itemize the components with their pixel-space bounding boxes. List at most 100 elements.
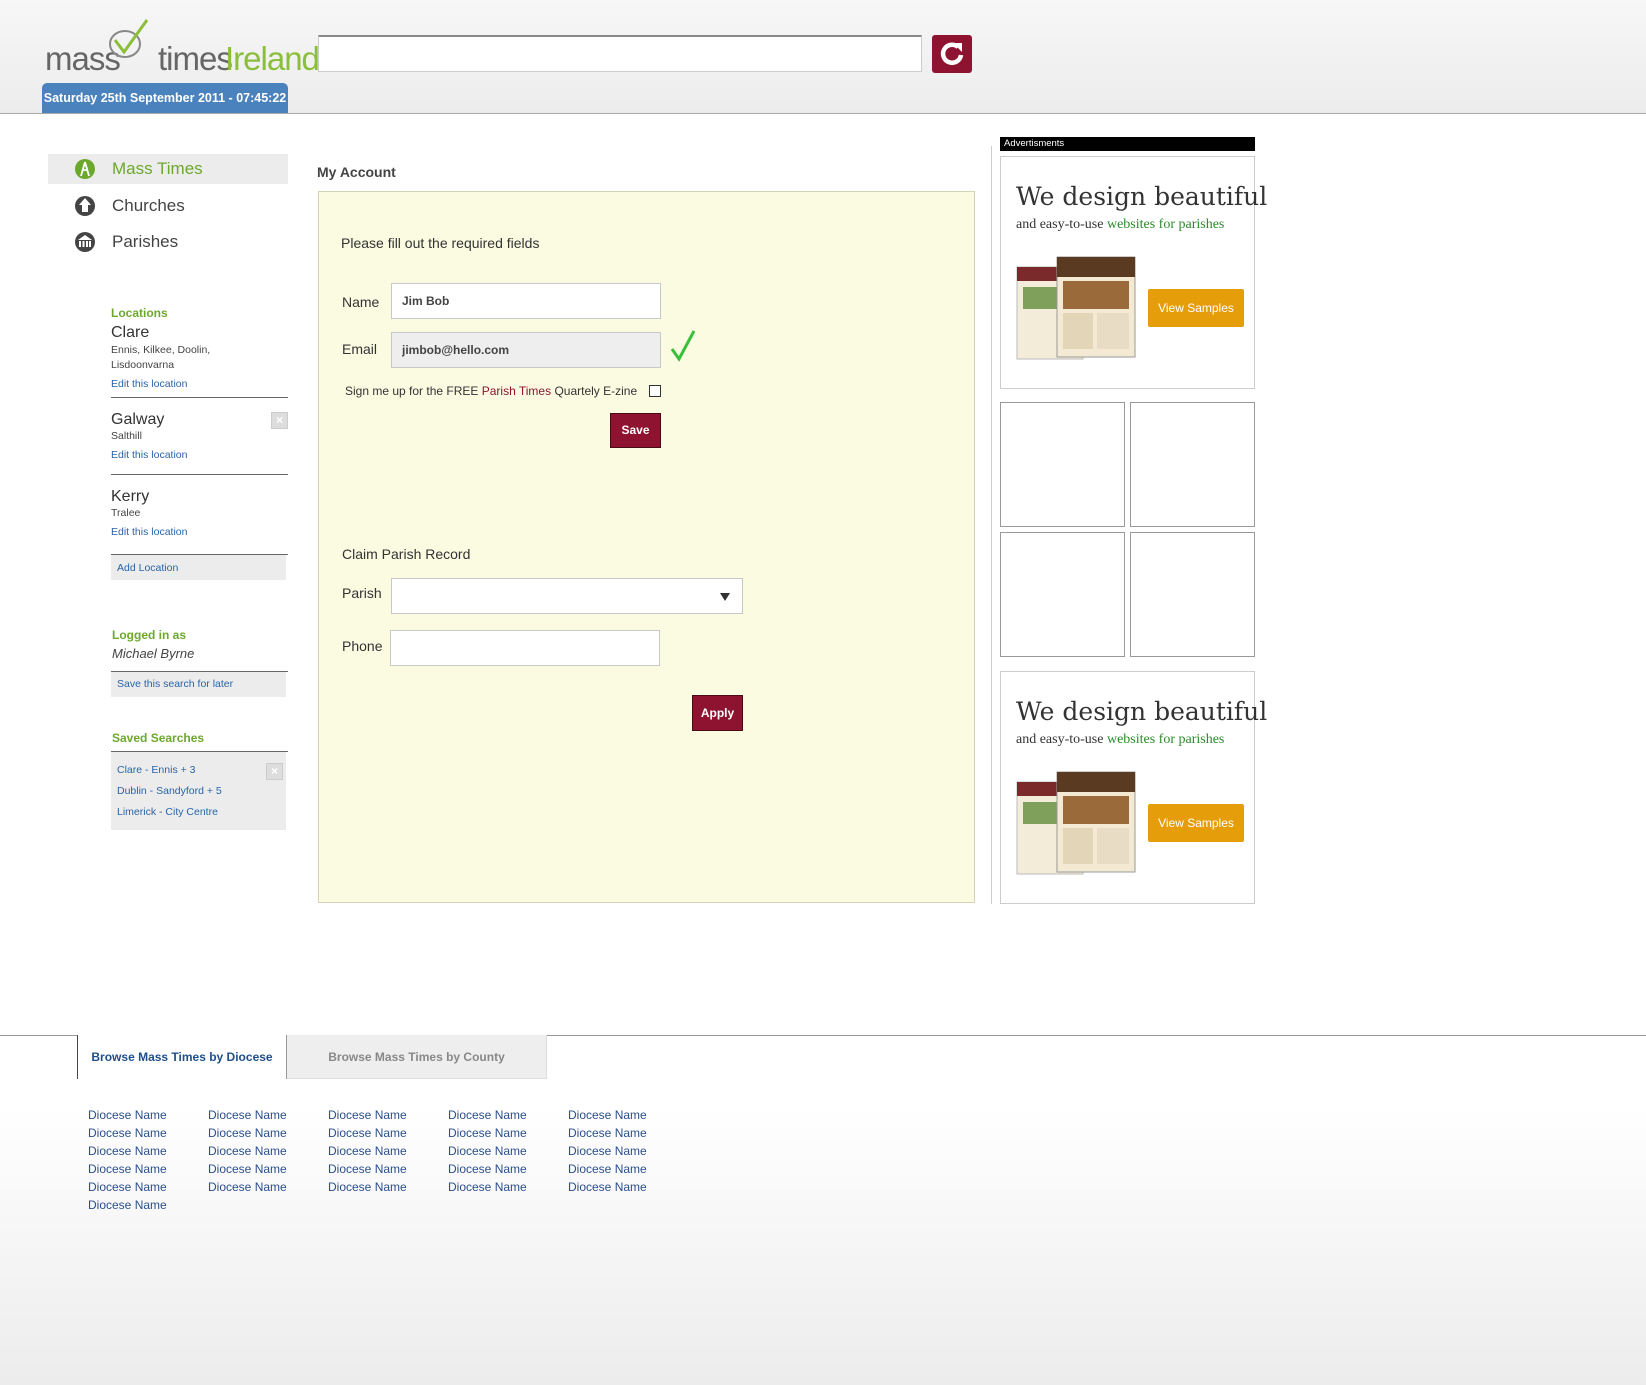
website-screenshots-image bbox=[1016, 771, 1136, 875]
diocese-link[interactable]: Diocese Name bbox=[328, 1160, 443, 1178]
saved-search-link[interactable]: Dublin - Sandyford + 5 bbox=[117, 785, 222, 797]
location-name: Kerry bbox=[111, 488, 150, 505]
ads-header: Advertisments bbox=[1000, 137, 1255, 151]
saved-search-link[interactable]: Clare - Ennis + 3 bbox=[117, 764, 196, 776]
diocese-link[interactable]: Diocese Name bbox=[328, 1178, 443, 1196]
diocese-link[interactable]: Diocese Name bbox=[568, 1106, 683, 1124]
parish-times-brand: Parish Times bbox=[481, 384, 552, 398]
name-label: Name bbox=[342, 294, 380, 310]
diocese-link[interactable]: Diocese Name bbox=[208, 1142, 323, 1160]
church-icon bbox=[75, 196, 95, 216]
datetime-badge: Saturday 25th September 2011 - 07:45:22 bbox=[42, 83, 288, 113]
divider bbox=[111, 474, 288, 475]
newsletter-checkbox[interactable] bbox=[649, 385, 661, 397]
nav-churches[interactable]: Churches bbox=[48, 191, 288, 221]
diocese-link[interactable]: Diocese Name bbox=[568, 1160, 683, 1178]
save-button[interactable]: Save bbox=[610, 413, 661, 448]
remove-location-icon[interactable]: × bbox=[271, 412, 288, 429]
diocese-link[interactable]: Diocese Name bbox=[208, 1160, 323, 1178]
diocese-column: Diocese Name Diocese Name Diocese Name D… bbox=[328, 1106, 443, 1196]
valid-checkmark-icon bbox=[670, 330, 696, 362]
promo-sub-text: and easy-to-use bbox=[1016, 217, 1104, 232]
diocese-link[interactable]: Diocese Name bbox=[568, 1142, 683, 1160]
location-sub: Salthill bbox=[111, 430, 142, 442]
logo[interactable]: mass times Ireland bbox=[45, 18, 320, 77]
diocese-link[interactable]: Diocese Name bbox=[568, 1178, 683, 1196]
location-sub: Ennis, Kilkee, Doolin, Lisdoonvarna bbox=[111, 344, 211, 371]
location-sub: Tralee bbox=[111, 507, 141, 519]
phone-label: Phone bbox=[342, 638, 383, 654]
diocese-link[interactable]: Diocese Name bbox=[208, 1106, 323, 1124]
diocese-link[interactable]: Diocese Name bbox=[328, 1124, 443, 1142]
diocese-link[interactable]: Diocese Name bbox=[448, 1142, 563, 1160]
newsletter-text: Sign me up for the FREE bbox=[345, 384, 479, 398]
promo-sub-green: websites for parishes bbox=[1106, 732, 1225, 747]
diocese-link[interactable]: Diocese Name bbox=[568, 1124, 683, 1142]
logo-times: times bbox=[158, 40, 233, 77]
search-button[interactable] bbox=[932, 35, 972, 73]
save-search-link[interactable]: Save this search for later bbox=[117, 678, 233, 690]
parish-icon bbox=[75, 232, 95, 252]
diocese-link[interactable]: Diocese Name bbox=[88, 1160, 203, 1178]
diocese-link[interactable]: Diocese Name bbox=[328, 1106, 443, 1124]
name-field[interactable] bbox=[391, 283, 661, 319]
view-samples-button[interactable]: View Samples bbox=[1148, 804, 1244, 842]
promo-ad[interactable]: We design beautiful and easy-to-use webs… bbox=[1000, 156, 1267, 389]
nav-mass-times[interactable]: Mass Times bbox=[48, 154, 288, 184]
add-location-link[interactable]: Add Location bbox=[117, 562, 178, 574]
website-screenshots-image bbox=[1016, 256, 1136, 360]
phone-field[interactable] bbox=[390, 630, 660, 666]
edit-location-link[interactable]: Edit this location bbox=[111, 449, 187, 461]
nav-parishes[interactable]: Parishes bbox=[48, 227, 288, 257]
locations-heading: Locations bbox=[111, 306, 168, 320]
promo-ad[interactable]: We design beautiful and easy-to-use webs… bbox=[1000, 671, 1267, 904]
newsletter-label: Sign me up for the FREE Parish Times Qua… bbox=[345, 384, 637, 398]
diocese-link[interactable]: Diocese Name bbox=[448, 1160, 563, 1178]
diocese-link[interactable]: Diocese Name bbox=[328, 1142, 443, 1160]
diocese-link[interactable]: Diocese Name bbox=[208, 1178, 323, 1196]
diocese-link[interactable]: Diocese Name bbox=[448, 1178, 563, 1196]
logged-in-heading: Logged in as bbox=[112, 628, 187, 642]
parish-select[interactable] bbox=[391, 578, 743, 614]
view-samples-button[interactable]: View Samples bbox=[1148, 289, 1244, 327]
location-name: Clare bbox=[111, 324, 150, 341]
ad-slot[interactable] bbox=[1000, 532, 1125, 657]
location-name: Galway bbox=[111, 411, 165, 428]
refresh-icon bbox=[940, 42, 964, 65]
tab-diocese[interactable]: Browse Mass Times by Diocese bbox=[77, 1035, 287, 1079]
diocese-link[interactable]: Diocese Name bbox=[88, 1178, 203, 1196]
chevron-down-icon bbox=[720, 593, 730, 601]
user-name: Michael Byrne bbox=[112, 646, 195, 661]
footer: Browse Mass Times by Diocese Browse Mass… bbox=[0, 1035, 1646, 1385]
edit-location-link[interactable]: Edit this location bbox=[111, 526, 187, 538]
edit-location-link[interactable]: Edit this location bbox=[111, 378, 187, 390]
remove-saved-search-icon[interactable]: × bbox=[266, 763, 283, 780]
email-field[interactable] bbox=[391, 332, 661, 368]
vertical-divider bbox=[991, 146, 992, 904]
diocese-link[interactable]: Diocese Name bbox=[88, 1106, 203, 1124]
diocese-link[interactable]: Diocese Name bbox=[88, 1196, 203, 1214]
diocese-link[interactable]: Diocese Name bbox=[448, 1124, 563, 1142]
diocese-link[interactable]: Diocese Name bbox=[208, 1124, 323, 1142]
diocese-link[interactable]: Diocese Name bbox=[448, 1106, 563, 1124]
claim-heading: Claim Parish Record bbox=[342, 546, 471, 562]
diocese-column: Diocese Name Diocese Name Diocese Name D… bbox=[568, 1106, 683, 1196]
diocese-link[interactable]: Diocese Name bbox=[88, 1124, 203, 1142]
ad-slot[interactable] bbox=[1000, 402, 1125, 527]
mass-times-icon bbox=[75, 159, 95, 179]
form-instruction: Please fill out the required fields bbox=[341, 235, 540, 251]
header: mass times Ireland Saturday 25th Septemb… bbox=[0, 0, 1646, 114]
ad-slot[interactable] bbox=[1130, 402, 1255, 527]
checkmark-logo-icon bbox=[109, 19, 149, 58]
saved-search-link[interactable]: Limerick - City Centre bbox=[117, 806, 218, 818]
divider bbox=[111, 397, 288, 398]
promo-subtitle: and easy-to-use websites for parishes bbox=[1016, 732, 1224, 748]
tab-county[interactable]: Browse Mass Times by County bbox=[287, 1035, 547, 1079]
promo-sub-green: websites for parishes bbox=[1106, 217, 1225, 232]
diocese-column: Diocese Name Diocese Name Diocese Name D… bbox=[208, 1106, 323, 1196]
search-input[interactable] bbox=[318, 35, 922, 72]
apply-button[interactable]: Apply bbox=[692, 695, 743, 731]
diocese-link[interactable]: Diocese Name bbox=[88, 1142, 203, 1160]
email-label: Email bbox=[342, 341, 378, 357]
ad-slot[interactable] bbox=[1130, 532, 1255, 657]
